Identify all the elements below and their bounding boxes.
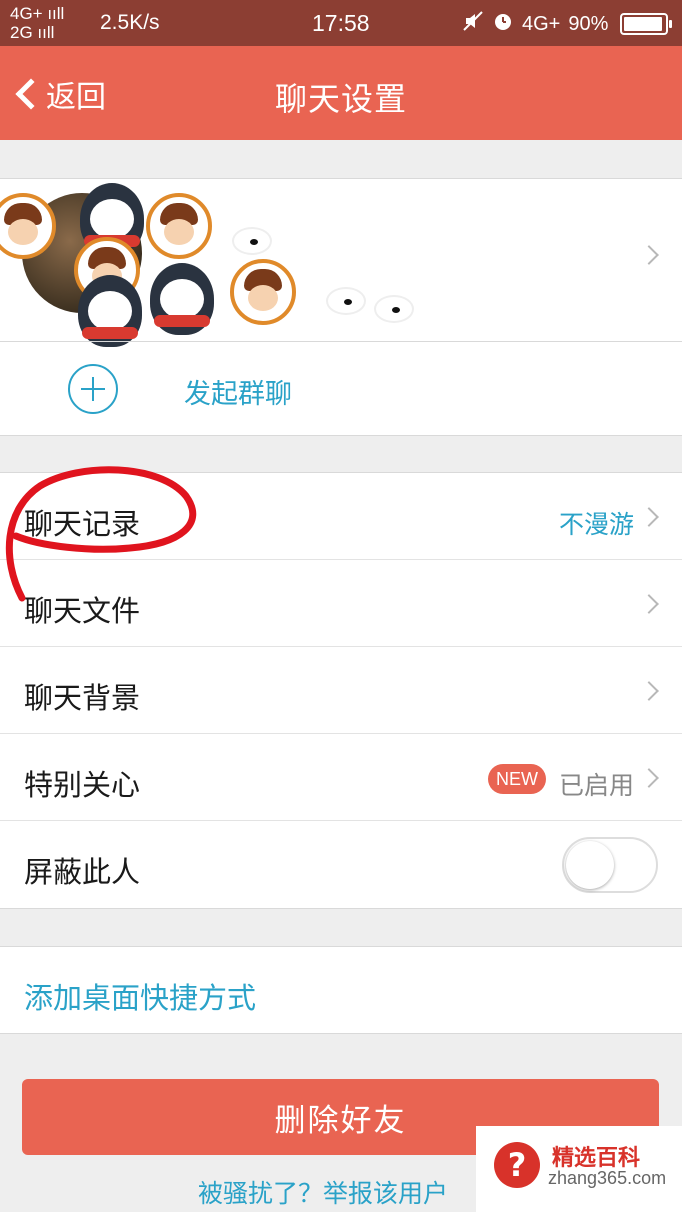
chevron-right-icon	[639, 681, 659, 702]
settings-row-value: 不漫游	[558, 510, 634, 539]
block-user-toggle[interactable]	[562, 837, 658, 893]
network-indicator: 4G+ ııll 2G ııll	[10, 4, 64, 42]
network-speed: 2.5K/s	[100, 11, 160, 34]
settings-row-chat-history[interactable]: 聊天记录 不漫游	[0, 473, 682, 560]
profile-section: 发起群聊	[0, 178, 682, 436]
page-title: 聊天设置	[274, 80, 407, 118]
status-bar: 4G+ ııll 2G ııll 2.5K/s 17:58 4G+ 90%	[0, 0, 682, 46]
start-group-chat-button[interactable]: 发起群聊	[0, 342, 682, 436]
plus-circle-icon	[68, 364, 118, 414]
settings-row-label: 聊天记录	[24, 507, 141, 541]
sticker-boy-icon	[230, 259, 296, 325]
watermark-url: zhang365.com	[548, 1168, 667, 1188]
mobile-network-label: 4G+	[522, 12, 561, 35]
settings-row-special-care[interactable]: 特别关心 NEW 已启用	[0, 734, 682, 821]
report-user-link[interactable]: 被骚扰了？举报该用户	[198, 1174, 448, 1210]
profile-row[interactable]	[0, 179, 430, 347]
sticker-boy-icon	[146, 193, 212, 259]
settings-row-label: 聊天文件	[24, 594, 141, 628]
settings-row-label: 聊天背景	[24, 681, 141, 715]
chevron-right-icon	[639, 768, 659, 789]
mute-icon	[462, 10, 484, 38]
network-top-label: 4G+ ııll	[10, 4, 65, 23]
chevron-right-icon	[639, 245, 659, 266]
network-bottom-label: 2G ııll	[10, 23, 55, 42]
add-shortcut-row[interactable]: 添加桌面快捷方式	[0, 946, 682, 1034]
new-badge: NEW	[488, 764, 546, 794]
sticker-bear-icon	[326, 287, 366, 315]
sticker-bear-icon	[232, 227, 272, 255]
settings-row-chat-files[interactable]: 聊天文件	[0, 560, 682, 647]
start-group-chat-label: 发起群聊	[184, 379, 292, 410]
question-icon: ?	[494, 1142, 540, 1188]
chat-settings-list: 聊天记录 不漫游 聊天文件 聊天背景 特别关心 NEW 已启用 屏蔽此人	[0, 472, 682, 909]
status-icons: 4G+ 90%	[462, 10, 673, 38]
watermark: ? 精选百科 zhang365.com	[476, 1126, 682, 1212]
clock: 17:58	[312, 10, 370, 36]
battery-icon	[620, 13, 673, 35]
chevron-right-icon	[639, 507, 659, 528]
sticker-penguin-icon	[78, 275, 142, 347]
sticker-bear-icon	[374, 295, 414, 323]
navigation-bar: 返回 聊天设置	[0, 46, 682, 140]
settings-row-block-user: 屏蔽此人	[0, 821, 682, 908]
settings-row-label: 屏蔽此人	[24, 855, 141, 889]
add-shortcut-label: 添加桌面快捷方式	[24, 981, 257, 1015]
chevron-right-icon	[639, 594, 659, 615]
sticker-penguin-icon	[150, 263, 214, 335]
alarm-icon	[492, 10, 514, 38]
settings-row-label: 特别关心	[24, 768, 141, 802]
battery-percent: 90%	[568, 12, 609, 35]
settings-row-value: 已启用	[558, 771, 634, 800]
settings-row-chat-background[interactable]: 聊天背景	[0, 647, 682, 734]
